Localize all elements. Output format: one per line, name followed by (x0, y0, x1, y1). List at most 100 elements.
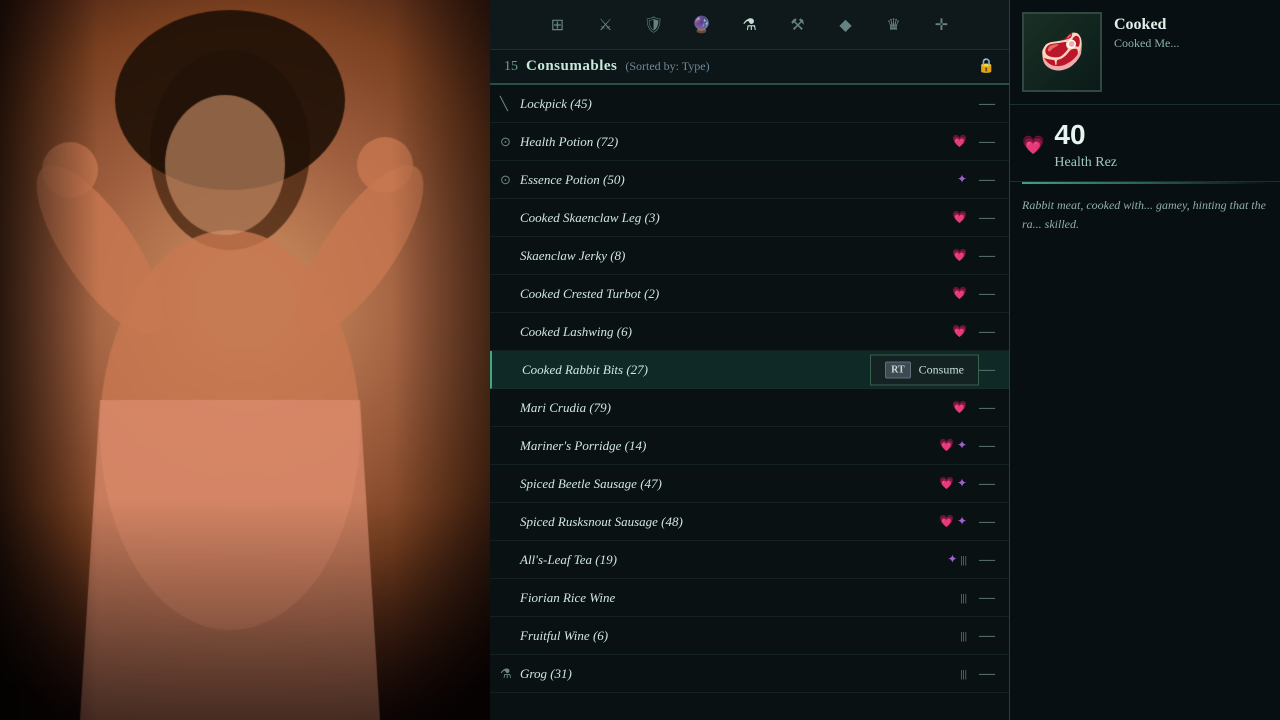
misc-icon[interactable]: ✛ (927, 10, 957, 40)
list-item-selected[interactable]: Cooked Rabbit Bits (27) 💗 RT Consume — (490, 351, 1009, 389)
heart-icon: 💗 (939, 514, 954, 529)
equip-dash[interactable]: — (979, 399, 995, 417)
rt-button-badge: RT (885, 361, 911, 378)
item-name: Spiced Rusksnout Sausage (48) (520, 514, 939, 530)
item-thumbnail (1022, 12, 1102, 92)
essence-potion-icon: ⊙ (500, 172, 511, 188)
list-item[interactable]: Cooked Crested Turbot (2) 💗 — (490, 275, 1009, 313)
equip-dash[interactable]: — (979, 209, 995, 227)
item-name: Cooked Skaenclaw Leg (3) (520, 210, 952, 226)
equip-dash[interactable]: — (979, 247, 995, 265)
crafting-icon[interactable]: ⚒ (783, 10, 813, 40)
list-item[interactable]: Cooked Lashwing (6) 💗 — (490, 313, 1009, 351)
list-item[interactable]: Spiced Rusksnout Sausage (48) 💗 ✦ — (490, 503, 1009, 541)
equip-dash[interactable]: — (979, 285, 995, 303)
item-type-icons: 💗 ✦ (939, 476, 967, 491)
item-type-icons: 💗 (952, 134, 967, 149)
sort-label: (Sorted by: Type) (625, 59, 969, 74)
heart-icon: 💗 (952, 324, 967, 339)
list-item[interactable]: ⚗ Grog (31) ||| — (490, 655, 1009, 693)
armor-icon[interactable]: 🛡 (639, 10, 669, 40)
stamina-icon: ||| (960, 592, 967, 604)
equip-dash[interactable]: — (979, 627, 995, 645)
list-item[interactable]: Cooked Skaenclaw Leg (3) 💗 — (490, 199, 1009, 237)
item-list: ╲ Lockpick (45) — ⊙ Health Potion (72) 💗… (490, 85, 1009, 720)
item-type-icons: 💗 (952, 286, 967, 301)
equip-dash[interactable]: — (979, 171, 995, 189)
item-type-icons: 💗 ✦ (939, 438, 967, 453)
item-preview: Cooked Cooked Me... (1010, 0, 1280, 105)
stat-label: Health Rez (1054, 155, 1117, 171)
item-type-icons: 💗 (952, 400, 967, 415)
skills-icon[interactable]: 🔮 (687, 10, 717, 40)
equip-dash[interactable]: — (979, 133, 995, 151)
item-type-icons: ✦ ||| (947, 552, 967, 567)
item-name: Fiorian Rice Wine (520, 590, 960, 606)
icon-bar: ⊞ ⚔ 🛡 🔮 ⚗ ⚒ ◆ ♛ ✛ (490, 0, 1009, 50)
item-header-text: Cooked Cooked Me... (1114, 12, 1268, 51)
item-name: Essence Potion (50) (520, 172, 957, 188)
list-item[interactable]: All's-Leaf Tea (19) ✦ ||| — (490, 541, 1009, 579)
item-type-icons: 💗 (952, 210, 967, 225)
item-name: Cooked Crested Turbot (2) (520, 286, 952, 302)
consumables-icon[interactable]: ⚗ (735, 10, 765, 40)
list-item[interactable]: Fiorian Rice Wine ||| — (490, 579, 1009, 617)
item-description: Rabbit meat, cooked with... gamey, hinti… (1010, 184, 1280, 246)
lockpick-icon: ╲ (500, 96, 508, 112)
list-item[interactable]: ⊙ Essence Potion (50) ✦ — (490, 161, 1009, 199)
item-name: Mari Crudia (79) (520, 400, 952, 416)
item-type-icons: ||| (960, 592, 967, 604)
background-person (0, 0, 490, 720)
consume-action-label: Consume (919, 362, 964, 377)
equip-dash[interactable]: — (979, 475, 995, 493)
equip-dash[interactable]: — (979, 513, 995, 531)
item-name: All's-Leaf Tea (19) (520, 552, 947, 568)
equip-dash[interactable]: — (979, 361, 995, 379)
detail-panel: Cooked Cooked Me... 💗 40 Health Rez Rabb… (1010, 0, 1280, 720)
item-name: Spiced Beetle Sausage (47) (520, 476, 939, 492)
grog-icon: ⚗ (500, 666, 512, 682)
list-item[interactable]: ╲ Lockpick (45) — (490, 85, 1009, 123)
heart-icon: 💗 (939, 438, 954, 453)
equip-dash[interactable]: — (979, 95, 995, 113)
list-item[interactable]: Mariner's Porridge (14) 💗 ✦ — (490, 427, 1009, 465)
stamina-icon: ||| (960, 554, 967, 566)
equip-dash[interactable]: — (979, 323, 995, 341)
list-item[interactable]: Fruitful Wine (6) ||| — (490, 617, 1009, 655)
stat-bar: 💗 40 Health Rez (1010, 105, 1280, 182)
equip-dash[interactable]: — (979, 589, 995, 607)
category-title: Consumables (526, 58, 617, 75)
map-icon[interactable]: ⊞ (543, 10, 573, 40)
item-type-icons: 💗 (952, 248, 967, 263)
item-type-icons: 💗 ✦ (939, 514, 967, 529)
stat-heart-icon: 💗 (1022, 135, 1044, 156)
equip-dash[interactable]: — (979, 551, 995, 569)
stamina-icon: ||| (960, 630, 967, 642)
heart-icon: 💗 (952, 248, 967, 263)
list-item[interactable]: Spiced Beetle Sausage (47) 💗 ✦ — (490, 465, 1009, 503)
item-name: Fruitful Wine (6) (520, 628, 960, 644)
heart-icon: 💗 (952, 210, 967, 225)
heart-icon: 💗 (952, 400, 967, 415)
item-type-icons: ✦ (957, 172, 967, 187)
combat-icon[interactable]: ⚔ (591, 10, 621, 40)
list-item[interactable]: ⊙ Health Potion (72) 💗 — (490, 123, 1009, 161)
item-name: Cooked Lashwing (6) (520, 324, 952, 340)
list-item[interactable]: Mari Crudia (79) 💗 — (490, 389, 1009, 427)
heart-icon: 💗 (952, 286, 967, 301)
equip-dash[interactable]: — (979, 665, 995, 683)
category-header: 15 Consumables (Sorted by: Type) 🔒 (490, 50, 1009, 85)
lock-icon[interactable]: 🔒 (978, 58, 995, 75)
quest-icon[interactable]: ♛ (879, 10, 909, 40)
item-type-icons: ||| (960, 668, 967, 680)
item-name: Mariner's Porridge (14) (520, 438, 939, 454)
stamina-icon: ||| (960, 668, 967, 680)
game-ui: ⊞ ⚔ 🛡 🔮 ⚗ ⚒ ◆ ♛ ✛ 15 Consumables (Sorted… (490, 0, 1280, 720)
stat-value: 40 (1054, 119, 1117, 151)
essence-icon: ✦ (957, 438, 967, 453)
equip-dash[interactable]: — (979, 437, 995, 455)
list-item[interactable]: Skaenclaw Jerky (8) 💗 — (490, 237, 1009, 275)
potion-prefix-icon: ⊙ (500, 134, 511, 150)
gems-icon[interactable]: ◆ (831, 10, 861, 40)
essence-icon: ✦ (957, 476, 967, 491)
